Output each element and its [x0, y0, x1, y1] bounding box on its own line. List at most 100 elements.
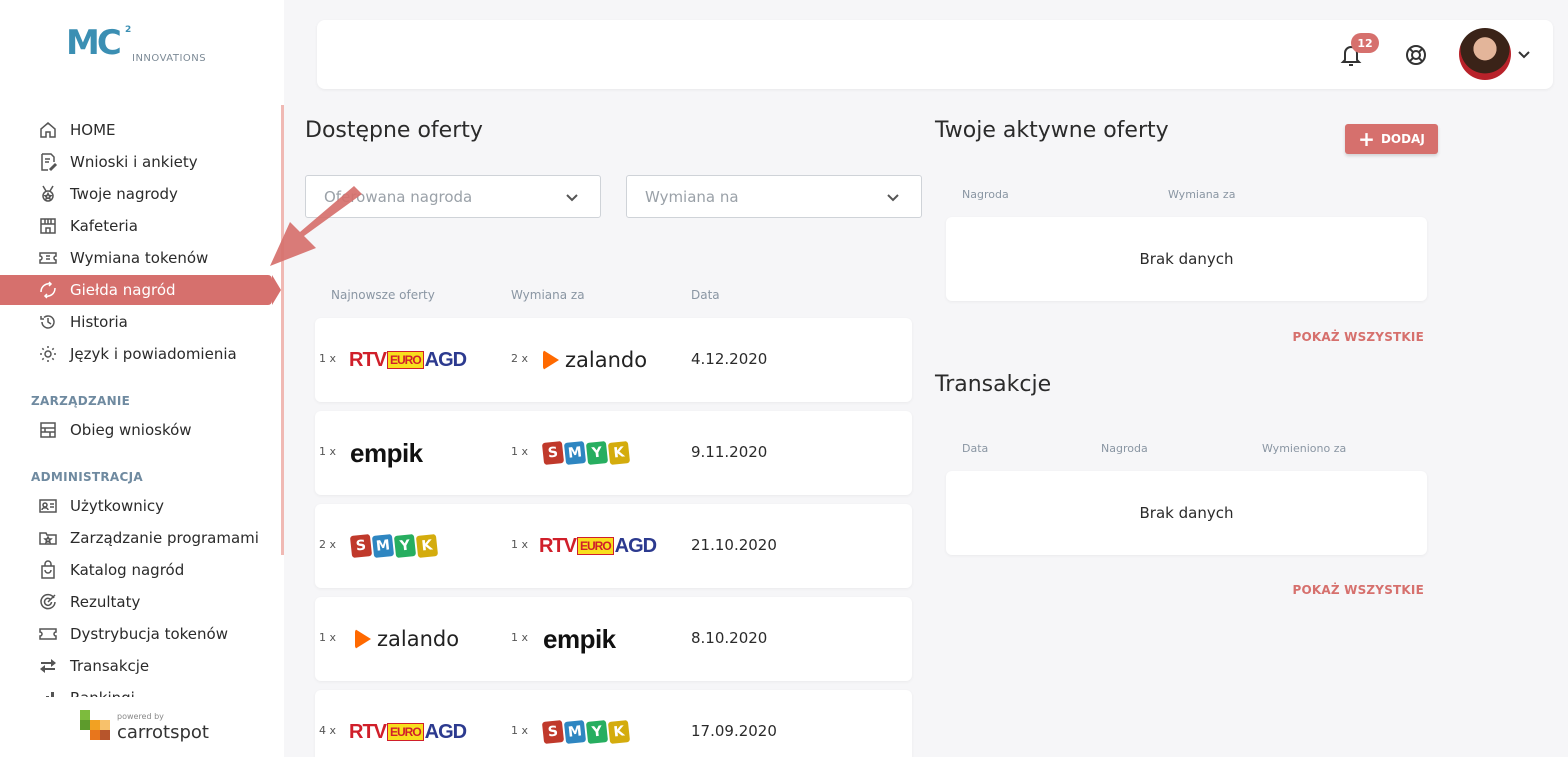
logo-zalando-text: zalando: [565, 348, 648, 372]
col-header-newest: Najnowsze oferty: [331, 288, 435, 302]
offer-qty-left: 4 x: [319, 724, 337, 737]
lifebuoy-icon[interactable]: [1404, 43, 1428, 67]
offer-row[interactable]: 1 x zalando 1 x empik 8.10.2020: [315, 597, 912, 681]
sidebar-item-label: Wymiana tokenów: [70, 249, 209, 267]
sidebar-item-cafeteria[interactable]: Kafeteria: [0, 211, 272, 241]
logo-smyk-letter: M: [563, 720, 587, 744]
sidebar-item-home[interactable]: HOME: [0, 115, 272, 145]
sidebar-item-language-notifications[interactable]: Język i powiadomienia: [0, 339, 272, 369]
sidebar-item-users[interactable]: Użytkownicy: [0, 491, 272, 521]
rtv-euro-agd-logo: RTV EURO AGD: [349, 348, 467, 372]
sidebar-item-label: Rezultaty: [70, 593, 141, 611]
logo-agd-part: AGD: [614, 534, 657, 557]
empik-logo: empik: [350, 437, 423, 468]
sidebar-item-label: Twoje nagrody: [70, 185, 178, 203]
brand-logo[interactable]: MC 2 INNOVATIONS: [66, 25, 216, 66]
offer-qty-right: 1 x: [511, 538, 529, 551]
sidebar-item-token-distribution[interactable]: Dystrybucja tokenów: [0, 619, 272, 649]
offer-date: 17.09.2020: [691, 722, 777, 740]
logo-smyk-letter: S: [541, 720, 565, 744]
sidebar-item-history[interactable]: Historia: [0, 307, 272, 337]
sidebar-item-program-management[interactable]: Zarządzanie programami: [0, 523, 272, 553]
zalando-logo: zalando: [543, 348, 647, 372]
col-header-reward: Nagroda: [1101, 442, 1148, 455]
sidebar-item-forms[interactable]: Wnioski i ankiety: [0, 147, 272, 177]
col-header-date: Data: [691, 288, 720, 302]
powered-by-logo: powered by carrotspot: [80, 708, 230, 752]
offer-qty-left: 1 x: [319, 445, 337, 458]
powered-by-name: carrotspot: [117, 722, 209, 743]
offer-reward-logo: RTV EURO AGD: [349, 340, 467, 380]
plus-icon: +: [1358, 127, 1375, 151]
transactions-empty: Brak danych: [946, 471, 1427, 555]
logo-smyk-letter: Y: [393, 534, 417, 558]
logo-rtv-part: RTV: [349, 720, 387, 743]
sidebar-item-token-exchange[interactable]: Wymiana tokenów: [0, 243, 272, 273]
section-admin: ADMINISTRACJA: [31, 470, 143, 484]
logo-smyk-letter: M: [563, 441, 587, 465]
sidebar-item-label: Kafeteria: [70, 217, 138, 235]
offer-exchange-logo: empik: [543, 619, 616, 659]
col-header-exchanged-for: Wymieniono za: [1262, 442, 1347, 455]
avatar[interactable]: [1459, 28, 1511, 80]
show-all-transactions-link[interactable]: POKAŻ WSZYSTKIE: [1292, 583, 1424, 597]
logo-smyk-letter: K: [415, 534, 439, 558]
chevron-down-icon[interactable]: [1516, 46, 1532, 62]
logo-euro-part: EURO: [577, 537, 614, 555]
offer-qty-right: 1 x: [511, 724, 529, 737]
logo-agd-part: AGD: [424, 348, 467, 371]
add-offer-button[interactable]: + DODAJ: [1345, 124, 1438, 154]
add-offer-label: DODAJ: [1380, 132, 1425, 146]
sidebar-item-reward-exchange[interactable]: Giełda nagród: [0, 275, 281, 305]
offer-exchange-logo: SMYK: [541, 433, 631, 473]
store-icon: [37, 215, 59, 237]
logo-zalando-text: zalando: [377, 627, 460, 651]
smyk-logo: SMYK: [541, 720, 631, 744]
offer-reward-logo: SMYK: [349, 526, 439, 566]
sidebar-item-workflow[interactable]: Obieg wniosków: [0, 415, 272, 445]
offer-date: 21.10.2020: [691, 536, 777, 554]
section-management: ZARZĄDZANIE: [31, 394, 131, 408]
empty-state-text: Brak danych: [1139, 504, 1234, 522]
offer-row[interactable]: 2 x SMYK 1 x RTV EURO AGD 21.10.2020: [315, 504, 912, 588]
sidebar-nav[interactable]: HOME Wnioski i ankiety Twoje nagrody Kaf…: [0, 115, 281, 697]
offer-reward-logo: empik: [350, 433, 423, 473]
exchange-icon: [37, 279, 59, 301]
chevron-down-icon: [564, 189, 580, 205]
offer-row[interactable]: 1 x RTV EURO AGD 2 x zalando 4.12.2020: [315, 318, 912, 402]
exchange-filter-select[interactable]: Wymiana na: [626, 175, 922, 218]
offer-qty-right: 1 x: [511, 445, 529, 458]
transfer-icon: [37, 655, 59, 677]
sidebar-item-transactions[interactable]: Transakcje: [0, 651, 272, 681]
medal-icon: [37, 183, 59, 205]
smyk-logo: SMYK: [541, 441, 631, 465]
rtv-euro-agd-logo: RTV EURO AGD: [349, 720, 467, 744]
show-all-active-offers-link[interactable]: POKAŻ WSZYSTKIE: [1292, 330, 1424, 344]
offer-exchange-logo: zalando: [543, 340, 647, 380]
sidebar-item-results[interactable]: Rezultaty: [0, 587, 272, 617]
sidebar: MC 2 INNOVATIONS HOME Wnioski i ankiety …: [0, 0, 284, 757]
offers-title: Dostępne oferty: [305, 118, 483, 143]
offer-qty-left: 1 x: [319, 352, 337, 365]
ticket-icon: [37, 623, 59, 645]
offer-row[interactable]: 4 x RTV EURO AGD 1 x S M Y K 17.09.2020: [315, 690, 912, 757]
logo-rtv-part: RTV: [539, 534, 577, 557]
workflow-icon: [37, 419, 59, 441]
sidebar-item-reward-catalog[interactable]: Katalog nagród: [0, 555, 272, 585]
empty-state-text: Brak danych: [1139, 250, 1234, 268]
smyk-logo: SMYK: [349, 534, 439, 558]
logo-rtv-part: RTV: [349, 348, 387, 371]
zalando-logo: zalando: [355, 627, 459, 651]
notification-badge[interactable]: 12: [1351, 33, 1379, 53]
rtv-euro-agd-logo: RTV EURO AGD: [539, 534, 657, 558]
sidebar-item-rankings[interactable]: Rankingi: [0, 683, 272, 697]
sidebar-item-label: Dystrybucja tokenów: [70, 625, 228, 643]
offer-qty-right: 2 x: [511, 352, 529, 365]
home-icon: [37, 119, 59, 141]
ticket-icon: [37, 247, 59, 269]
offer-row[interactable]: 1 x empik 1 x S M Y K 9.11.2020: [315, 411, 912, 495]
sidebar-item-label: HOME: [70, 121, 116, 139]
offer-date: 8.10.2020: [691, 629, 768, 647]
sidebar-item-rewards[interactable]: Twoje nagrody: [0, 179, 272, 209]
top-bar: 12: [317, 20, 1553, 89]
